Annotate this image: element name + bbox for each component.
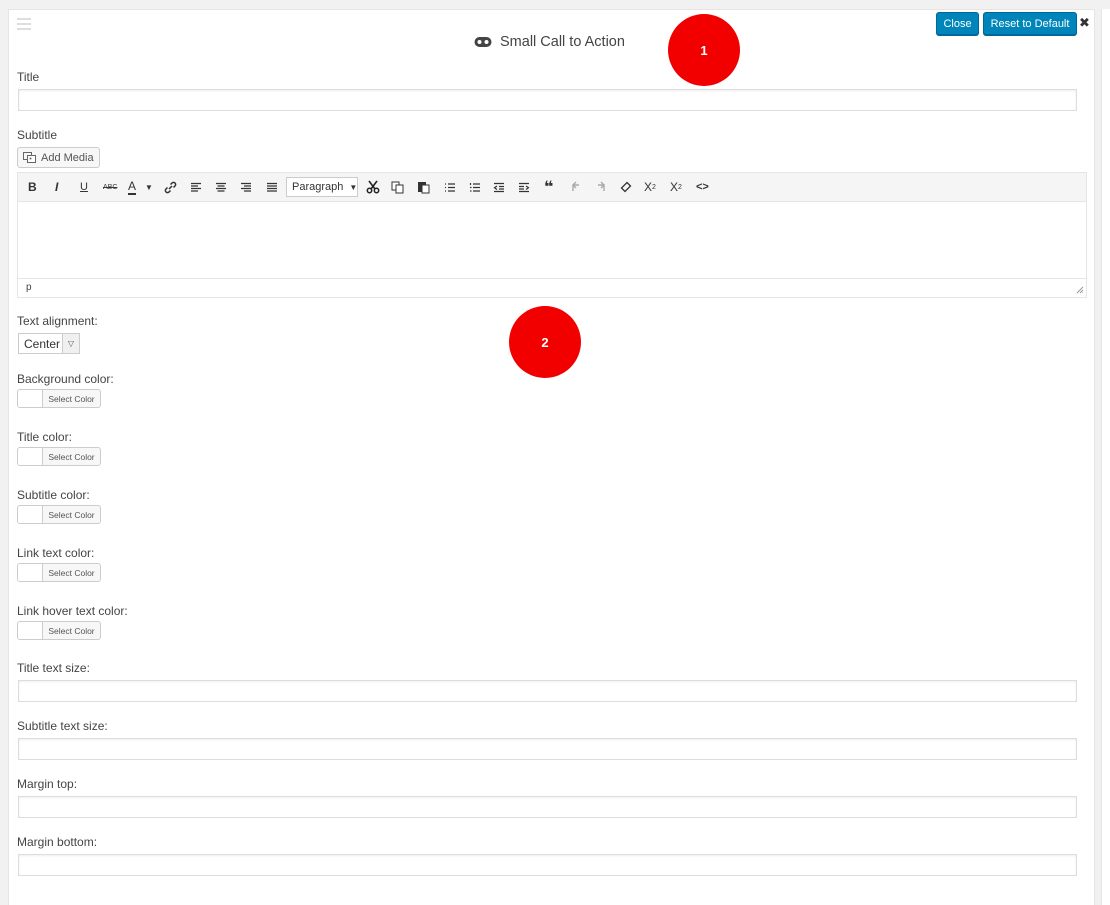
text-alignment-value: Center (24, 336, 61, 351)
indent-icon[interactable] (518, 178, 530, 196)
title-input[interactable] (18, 89, 1077, 111)
add-media-button[interactable]: Add Media (17, 147, 100, 168)
clear-formatting-icon[interactable] (620, 178, 632, 196)
code-icon[interactable]: <> (696, 178, 709, 196)
annotation-badge-1: 1 (668, 14, 740, 86)
paste-icon[interactable] (417, 178, 430, 196)
subtitle-text-size-input[interactable] (18, 738, 1077, 760)
title-color-picker[interactable]: Select Color (17, 447, 101, 466)
superscript-icon[interactable]: X2 (670, 178, 682, 196)
add-media-label: Add Media (41, 151, 94, 164)
title-text-size-label: Title text size: (17, 661, 90, 675)
color-swatch (18, 622, 43, 639)
align-justify-icon[interactable] (266, 178, 278, 196)
select-color-label: Select Color (48, 509, 95, 520)
margin-bottom-label: Margin bottom: (17, 835, 98, 849)
select-color-label: Select Color (48, 625, 95, 636)
title-color-label: Title color: (17, 430, 72, 444)
select-color-label: Select Color (48, 393, 95, 404)
chevron-down-icon: ▼ (349, 182, 358, 192)
color-swatch (18, 448, 43, 465)
annotation-badge-2: 2 (509, 306, 581, 378)
strikethrough-button[interactable]: ABC (103, 178, 117, 196)
color-swatch (18, 390, 43, 407)
bulleted-list-icon[interactable] (444, 178, 456, 196)
element-path: p (26, 282, 32, 293)
outdent-icon[interactable] (493, 178, 505, 196)
close-button[interactable]: Close (936, 12, 979, 35)
blockquote-icon[interactable]: ❝ (544, 178, 553, 196)
title-label: Title (17, 70, 40, 84)
scrollbar-track[interactable] (1101, 9, 1110, 905)
color-swatch (18, 564, 43, 581)
subtitle-text-size-label: Subtitle text size: (17, 719, 108, 733)
underline-button[interactable]: U (80, 178, 88, 196)
subtitle-label: Subtitle (17, 128, 58, 142)
margin-top-label: Margin top: (17, 777, 78, 791)
text-color-button[interactable]: A (128, 179, 137, 195)
format-select-value: Paragraph (292, 181, 344, 193)
widget-settings-panel (8, 9, 1095, 905)
numbered-list-icon[interactable] (469, 178, 481, 196)
background-color-label: Background color: (17, 372, 114, 386)
link-text-color-label: Link text color: (17, 546, 95, 560)
chevron-down-icon: ▽ (62, 334, 79, 353)
gamepad-icon (474, 37, 492, 47)
align-left-icon[interactable] (190, 178, 202, 196)
select-color-label: Select Color (48, 567, 95, 578)
subtitle-editor: B I U ABC A ▼ Paragraph ▼ ❝ X 2 X 2 <> p (17, 172, 1087, 298)
subscript-icon[interactable]: X2 (644, 178, 656, 196)
link-icon[interactable] (164, 178, 177, 196)
modal-title-text: Small Call to Action (500, 34, 625, 50)
title-text-size-input[interactable] (18, 680, 1077, 702)
margin-bottom-input[interactable] (18, 854, 1077, 876)
cut-icon[interactable] (366, 178, 380, 196)
text-alignment-select[interactable]: Center ▽ (18, 333, 80, 354)
resize-handle-icon[interactable] (1076, 286, 1084, 294)
background-color-picker[interactable]: Select Color (17, 389, 101, 408)
dismiss-icon[interactable]: ✖ (1079, 16, 1090, 30)
link-hover-text-color-picker[interactable]: Select Color (17, 621, 101, 640)
redo-icon[interactable] (595, 178, 607, 196)
align-center-icon[interactable] (215, 178, 227, 196)
text-alignment-label: Text alignment: (17, 314, 98, 328)
subtitle-color-picker[interactable]: Select Color (17, 505, 101, 524)
editor-toolbar: B I U ABC A ▼ Paragraph ▼ ❝ X 2 X 2 <> (18, 173, 1086, 202)
modal-title: Small Call to Action (474, 33, 625, 51)
text-color-dropdown-icon[interactable]: ▼ (145, 178, 153, 196)
italic-button[interactable]: I (55, 178, 58, 196)
subtitle-editor-content[interactable] (18, 202, 1086, 278)
reset-to-default-button[interactable]: Reset to Default (983, 12, 1077, 35)
bold-button[interactable]: B (28, 178, 37, 196)
link-hover-text-color-label: Link hover text color: (17, 604, 128, 618)
subtitle-color-label: Subtitle color: (17, 488, 90, 502)
format-select[interactable]: Paragraph ▼ (286, 177, 358, 197)
margin-top-input[interactable] (18, 796, 1077, 818)
editor-statusbar: p (18, 278, 1086, 297)
select-color-label: Select Color (48, 451, 95, 462)
add-media-icon (23, 151, 36, 163)
drag-handle-icon[interactable] (17, 18, 31, 33)
color-swatch (18, 506, 43, 523)
undo-icon[interactable] (570, 178, 582, 196)
copy-icon[interactable] (391, 178, 404, 196)
align-right-icon[interactable] (240, 178, 252, 196)
link-text-color-picker[interactable]: Select Color (17, 563, 101, 582)
